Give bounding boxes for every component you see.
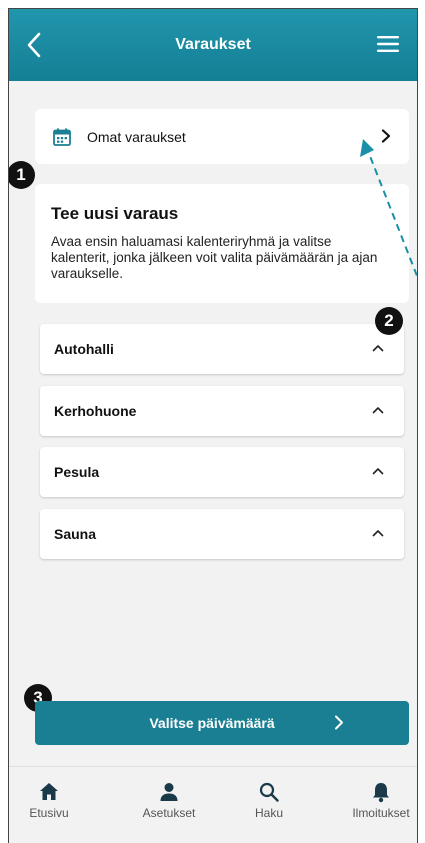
calendar-group-label: Pesula (54, 464, 100, 480)
hamburger-menu-icon[interactable] (377, 35, 399, 53)
calendar-group-label: Autohalli (54, 341, 114, 357)
tab-label: Asetukset (142, 806, 196, 820)
search-icon (259, 782, 279, 802)
tab-ilmoitukset[interactable]: Ilmoitukset (336, 781, 417, 820)
calendar-group-pesula[interactable]: Pesula (40, 447, 404, 497)
tab-label: Haku (254, 806, 283, 820)
chevron-right-icon (335, 715, 343, 730)
app-screen: Varaukset Omat varaukset Tee uusi varaus… (8, 8, 418, 843)
tab-haku[interactable]: Haku (224, 781, 314, 820)
select-date-label: Valitse päivämäärä (149, 715, 275, 731)
calendar-group-kerhohuone[interactable]: Kerhohuone (40, 386, 404, 436)
bell-icon (373, 783, 389, 803)
calendar-group-sauna[interactable]: Sauna (40, 509, 404, 559)
step-badge-2: 2 (375, 307, 403, 335)
app-header: Varaukset (9, 9, 417, 81)
new-reservation-title: Tee uusi varaus (51, 204, 179, 223)
select-date-button[interactable]: Valitse päivämäärä (35, 701, 409, 745)
calendar-group-label: Sauna (54, 526, 97, 542)
tab-etusivu[interactable]: Etusivu (9, 781, 94, 820)
chevron-up-icon (372, 530, 384, 537)
chevron-up-icon (372, 345, 384, 352)
new-reservation-description: Avaa ensin haluamasi kalenteriryhmä ja v… (51, 234, 378, 281)
bottom-tab-bar: Etusivu Asetukset Haku Ilmoitukset (9, 766, 417, 843)
step-badge-1: 1 (9, 161, 35, 189)
new-reservation-info: Tee uusi varaus Avaa ensin haluamasi kal… (35, 184, 409, 303)
chevron-up-icon (372, 468, 384, 475)
page-title: Varaukset (175, 36, 251, 53)
tab-asetukset[interactable]: Asetukset (124, 781, 214, 820)
back-arrow-icon[interactable] (23, 31, 47, 59)
annotation-arrow (360, 139, 417, 279)
tab-label: Ilmoitukset (352, 806, 410, 820)
calendar-group-label: Kerhohuone (54, 403, 137, 419)
own-reservations-link[interactable]: Omat varaukset (35, 109, 409, 164)
own-reservations-label: Omat varaukset (87, 129, 186, 145)
home-icon (40, 783, 58, 800)
tab-label: Etusivu (29, 806, 69, 820)
chevron-up-icon (372, 407, 384, 414)
person-icon (160, 783, 178, 801)
calendar-group-autohalli[interactable]: Autohalli (40, 324, 404, 374)
calendar-icon (53, 128, 71, 146)
